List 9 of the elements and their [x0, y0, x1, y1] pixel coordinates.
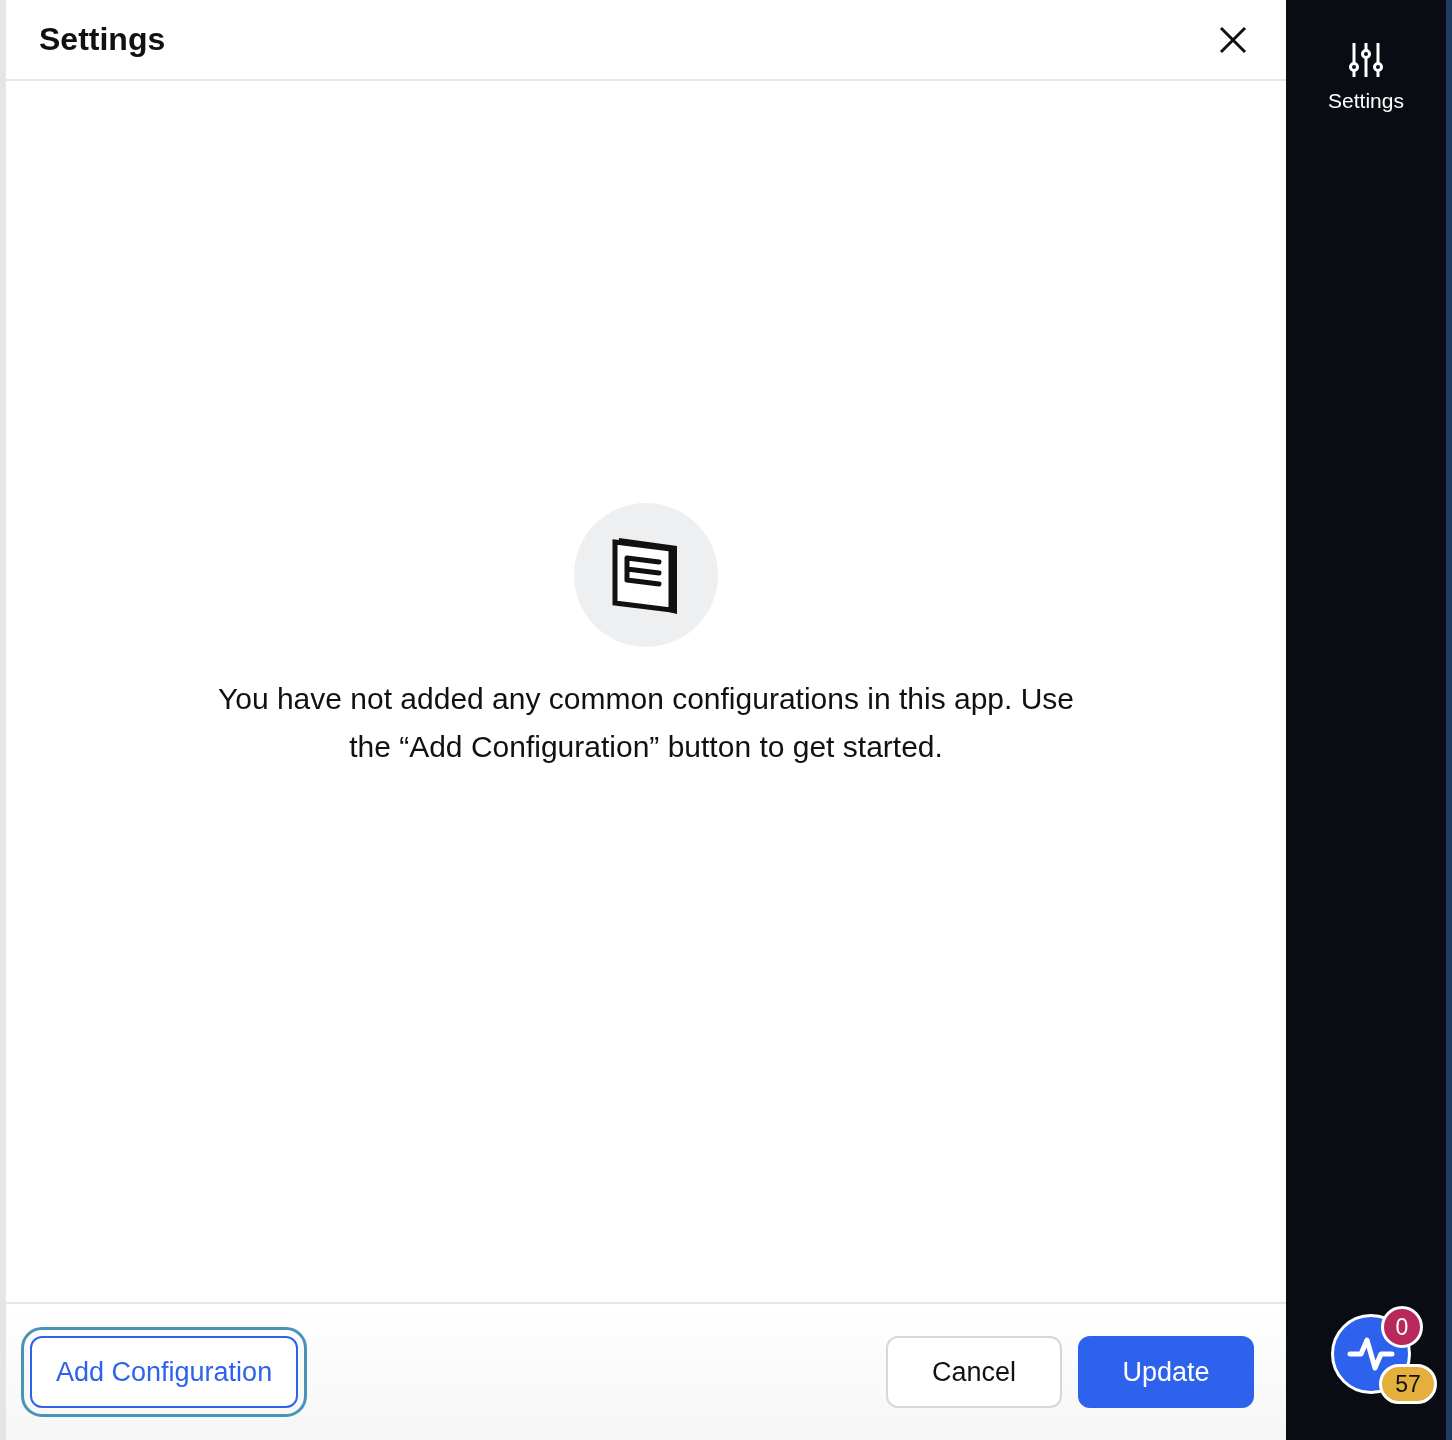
activity-count-badge: 57	[1379, 1364, 1437, 1404]
empty-state-message: You have not added any common configurations in this app. Use the “Add Configuration” button to get started.	[216, 680, 1076, 765]
alert-count-badge: 0	[1381, 1306, 1423, 1348]
sliders-icon	[1349, 41, 1383, 79]
update-button[interactable]: Update	[1078, 1336, 1254, 1408]
cancel-button[interactable]: Cancel	[886, 1336, 1062, 1408]
close-icon	[1218, 24, 1248, 55]
settings-nav-item[interactable]: Settings	[1322, 40, 1410, 118]
panel-title: Settings	[39, 20, 166, 59]
